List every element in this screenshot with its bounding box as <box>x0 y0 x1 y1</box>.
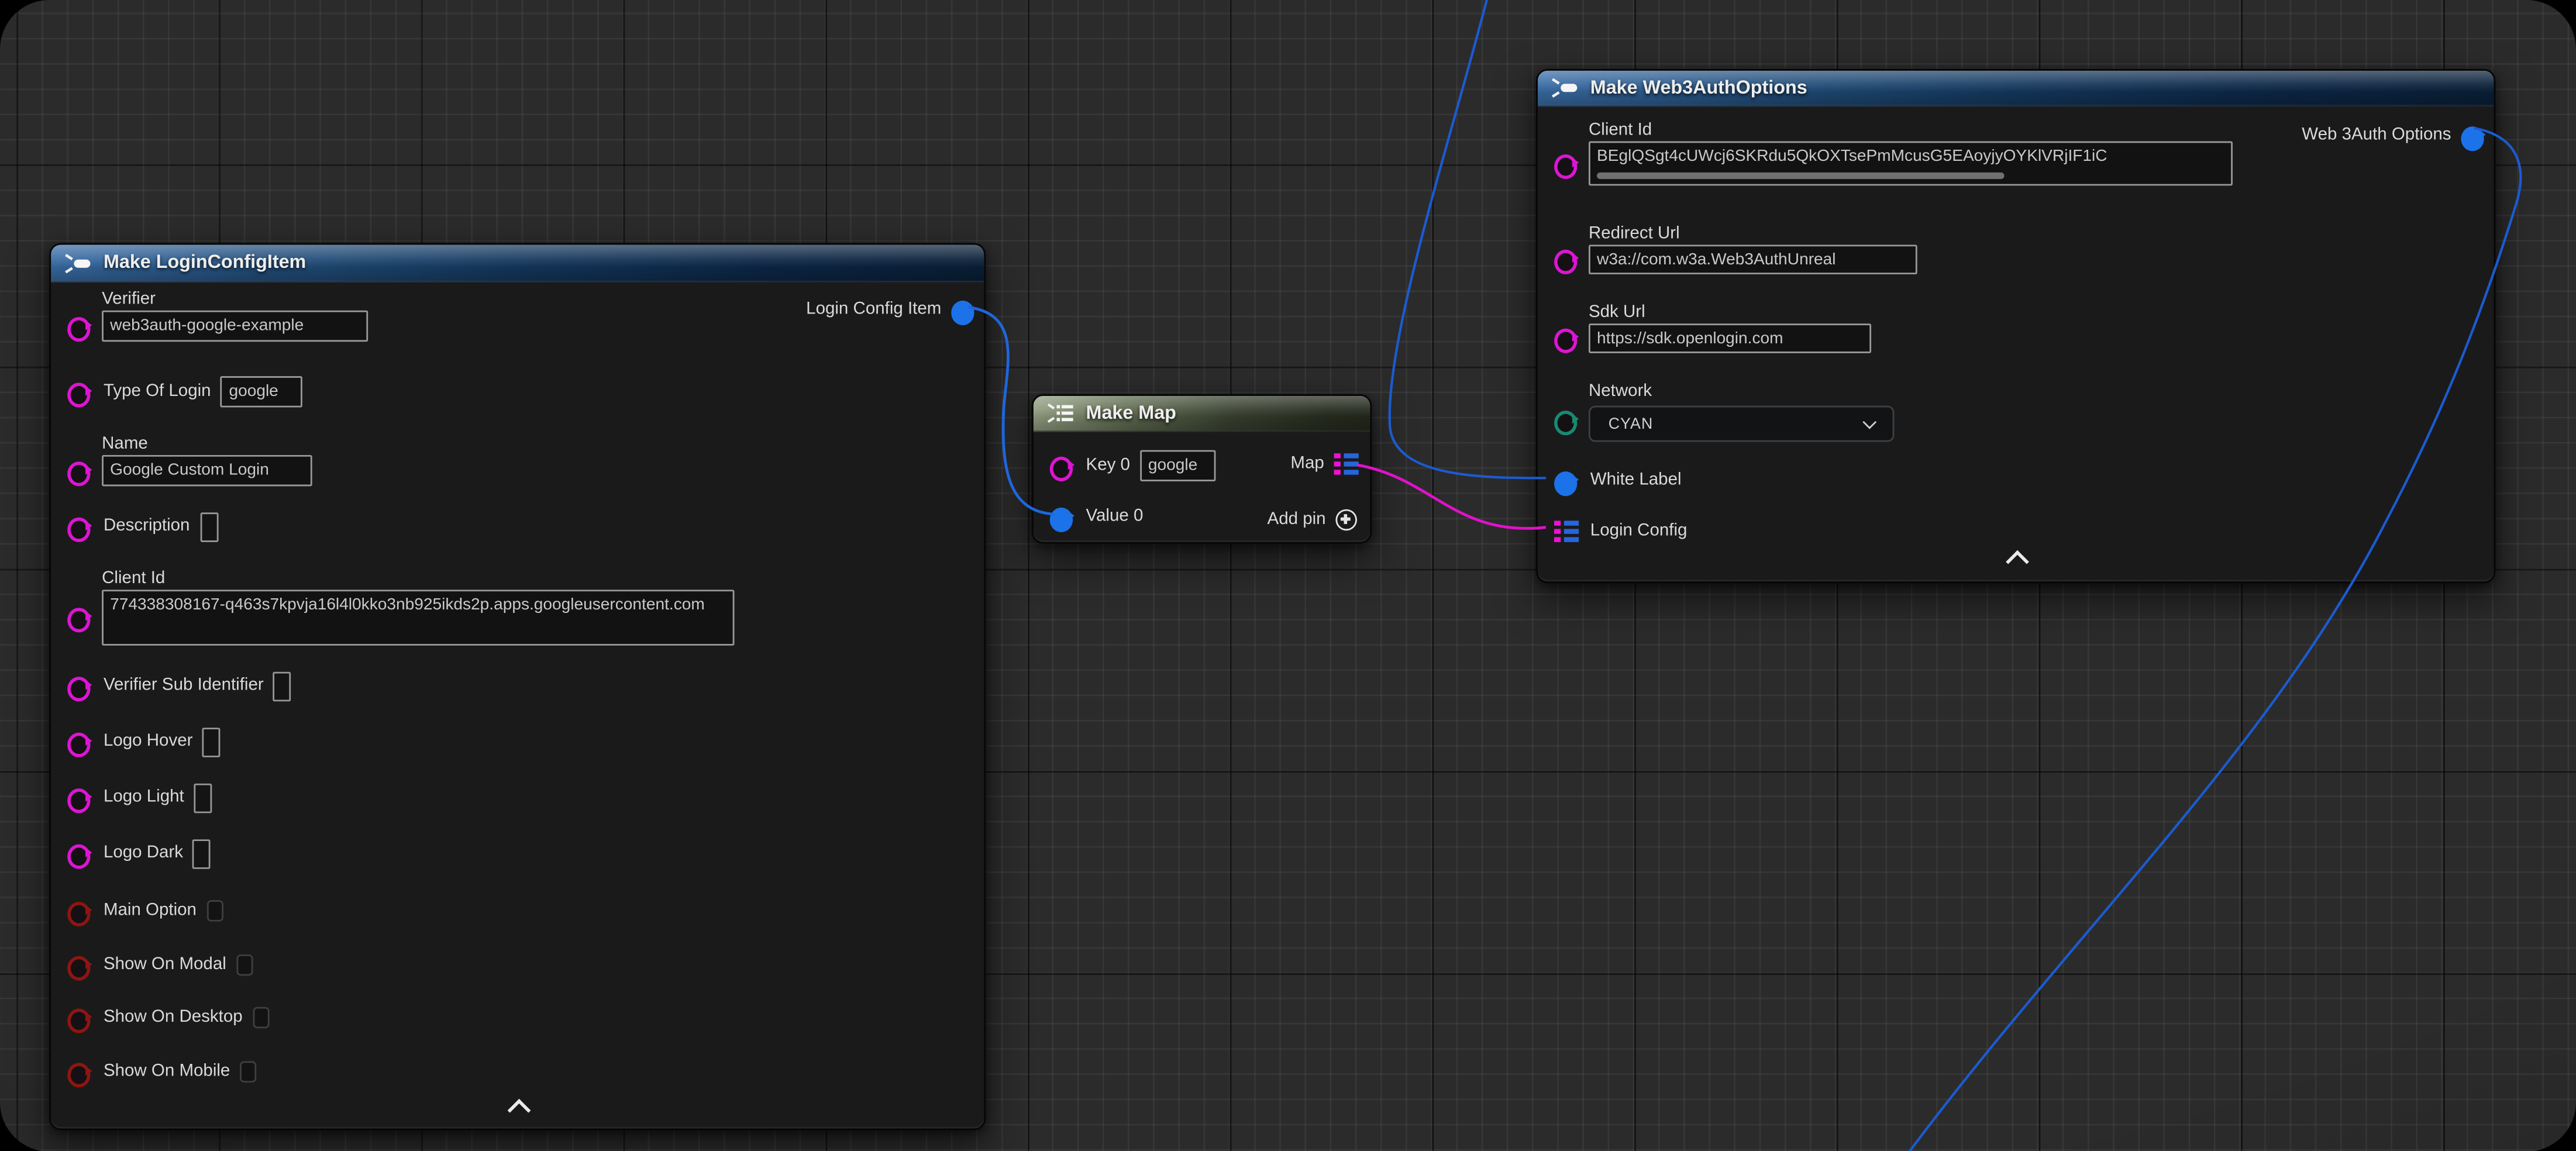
pin-description[interactable] <box>67 516 94 537</box>
pin-value-0[interactable] <box>1050 506 1076 528</box>
pin-verifier-sub-identifier[interactable] <box>67 675 94 697</box>
pin-logo-dark[interactable] <box>67 843 94 864</box>
pin-label-white-label: White Label <box>1590 470 1682 491</box>
pin-label-name: Name <box>102 433 312 455</box>
pin-login-config-item-output[interactable] <box>951 299 977 321</box>
pin-label-main-option: Main Option <box>104 900 197 922</box>
pin-label-map: Map <box>1290 453 1324 475</box>
pin-sdk-url[interactable] <box>1554 327 1580 349</box>
pin-map-output[interactable] <box>1334 453 1361 475</box>
client-id-scrollbar[interactable] <box>1597 172 2005 180</box>
pin-label-show-on-desktop: Show On Desktop <box>104 1007 243 1029</box>
logo-dark-input[interactable] <box>193 839 211 869</box>
node-make-web3authoptions[interactable]: Make Web3AuthOptions Client Id BEglQSgt4… <box>1536 69 2495 583</box>
key-0-input[interactable]: google <box>1140 450 1215 481</box>
pin-verifier[interactable] <box>67 315 94 337</box>
pin-label-logo-hover: Logo Hover <box>104 731 193 753</box>
collapse-node-chevron-icon[interactable] <box>2006 550 2029 574</box>
pin-label-description: Description <box>104 516 190 537</box>
chevron-down-icon <box>1862 415 1876 429</box>
node-make-map[interactable]: Make Map Key 0 google Map Value 0 Add pi… <box>1032 394 1372 544</box>
pin-label-web3auth-options: Web 3Auth Options <box>2302 125 2451 146</box>
pin-label-client-id: Client Id <box>102 568 734 590</box>
node-title: Make Web3AuthOptions <box>1590 78 1807 98</box>
add-pin-label: Add pin <box>1268 509 1326 531</box>
pin-show-on-mobile[interactable] <box>67 1061 94 1083</box>
show-on-modal-checkbox[interactable] <box>236 954 253 976</box>
pin-main-option[interactable] <box>67 900 94 922</box>
client-id-input[interactable]: BEglQSgt4cUWcj6SKRdu5QkOXTsePmMcusG5EAoy… <box>1589 142 2233 186</box>
pin-label-verifier-sub-identifier: Verifier Sub Identifier <box>104 675 264 697</box>
show-on-mobile-checkbox[interactable] <box>240 1061 256 1083</box>
node-header-make-loginconfigitem[interactable]: Make LoginConfigItem <box>51 244 984 282</box>
pin-label-logo-light: Logo Light <box>104 787 184 808</box>
type-of-login-input[interactable]: google <box>221 376 302 407</box>
pin-label-client-id: Client Id <box>1589 120 2233 142</box>
pin-login-config[interactable] <box>1554 520 1580 543</box>
make-struct-icon <box>1551 77 1579 99</box>
name-input[interactable]: Google Custom Login <box>102 455 312 486</box>
wire-offscreen-to-whitelabel[interactable] <box>1390 0 1546 478</box>
sdk-url-input[interactable]: https://sdk.openlogin.com <box>1589 323 1871 353</box>
pin-show-on-desktop[interactable] <box>67 1007 94 1029</box>
show-on-desktop-checkbox[interactable] <box>253 1007 269 1029</box>
pin-label-show-on-mobile: Show On Mobile <box>104 1061 230 1083</box>
pin-label-key-0: Key 0 <box>1086 455 1130 477</box>
pin-client-id[interactable] <box>67 606 94 628</box>
pin-name[interactable] <box>67 460 94 481</box>
pin-label-login-config: Login Config <box>1590 521 1688 542</box>
node-title: Make LoginConfigItem <box>104 253 306 273</box>
pin-label-login-config-item: Login Config Item <box>806 299 941 321</box>
network-dropdown-value: CYAN <box>1609 415 1654 433</box>
pin-label-value-0: Value 0 <box>1086 506 1144 528</box>
pin-network[interactable] <box>1554 409 1580 430</box>
pin-label-network: Network <box>1589 381 1894 403</box>
verifier-input[interactable]: web3auth-google-example <box>102 311 368 342</box>
pin-label-type-of-login: Type Of Login <box>104 381 211 403</box>
pin-label-verifier: Verifier <box>102 289 368 311</box>
node-header-make-web3authoptions[interactable]: Make Web3AuthOptions <box>1538 71 2494 107</box>
make-struct-icon <box>64 252 92 274</box>
blueprint-graph-viewport: Make LoginConfigItem Verifier web3auth-g… <box>0 0 2576 1151</box>
pin-key-0[interactable] <box>1050 455 1076 477</box>
pin-label-sdk-url: Sdk Url <box>1589 302 1871 324</box>
redirect-url-input[interactable]: w3a://com.w3a.Web3AuthUnreal <box>1589 244 1917 274</box>
pin-white-label[interactable] <box>1554 470 1580 491</box>
pin-web3auth-options-output[interactable] <box>2461 125 2487 146</box>
make-map-icon <box>1046 402 1075 424</box>
logo-light-input[interactable] <box>194 783 212 812</box>
client-id-text: BEglQSgt4cUWcj6SKRdu5QkOXTsePmMcusG5EAoy… <box>1597 148 2107 166</box>
client-id-input[interactable]: 774338308167-q463s7kpvja16l4l0kko3nb925i… <box>102 590 734 645</box>
node-make-loginconfigitem[interactable]: Make LoginConfigItem Verifier web3auth-g… <box>49 243 986 1131</box>
pin-type-of-login[interactable] <box>67 381 94 403</box>
description-input[interactable] <box>199 512 218 542</box>
pin-label-logo-dark: Logo Dark <box>104 843 183 864</box>
blueprint-graph-canvas[interactable]: Make LoginConfigItem Verifier web3auth-g… <box>0 0 2576 1151</box>
pin-label-redirect-url: Redirect Url <box>1589 223 1917 245</box>
pin-logo-hover[interactable] <box>67 731 94 753</box>
node-header-make-map[interactable]: Make Map <box>1034 396 1370 432</box>
add-pin-button[interactable] <box>1335 509 1357 531</box>
pin-label-show-on-modal: Show On Modal <box>104 954 226 976</box>
logo-hover-input[interactable] <box>202 727 221 757</box>
collapse-node-chevron-icon[interactable] <box>508 1099 531 1122</box>
verifier-sub-identifier-input[interactable] <box>274 671 292 701</box>
pin-client-id[interactable] <box>1554 153 1580 174</box>
pin-logo-light[interactable] <box>67 787 94 808</box>
pin-redirect-url[interactable] <box>1554 248 1580 270</box>
pin-show-on-modal[interactable] <box>67 954 94 976</box>
network-dropdown[interactable]: CYAN <box>1589 406 1894 442</box>
main-option-checkbox[interactable] <box>206 900 223 922</box>
node-title: Make Map <box>1086 404 1176 423</box>
wire-map-to-loginconfig[interactable] <box>1357 465 1546 529</box>
